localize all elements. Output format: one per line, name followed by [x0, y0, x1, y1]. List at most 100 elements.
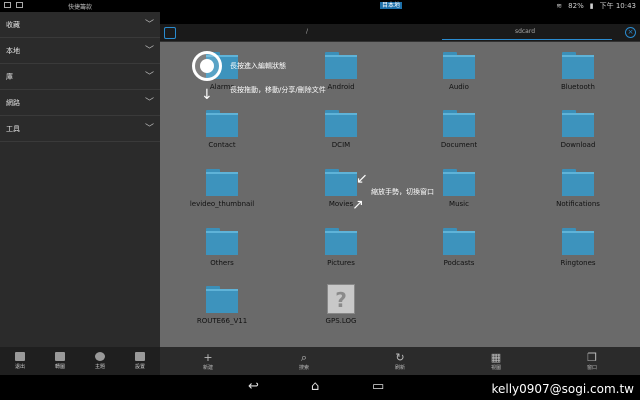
settings-icon [135, 352, 145, 361]
status-right: ≋ 82% ▮ 下午 10:43 [556, 1, 636, 11]
screenshot-icon [4, 2, 11, 8]
action-bar: + 新建 ⌕ 搜索 ↻ 刷新 ▦ 視圖 ❐ 窗口 [160, 347, 640, 375]
back-icon[interactable]: ↩ [248, 379, 259, 394]
folder-icon [325, 226, 357, 256]
recents-icon[interactable]: ▭ [372, 379, 384, 394]
gift-button[interactable]: 轉圖 [44, 352, 76, 370]
file-name: Music [449, 200, 469, 208]
file-name: levideo_thumbnail [189, 200, 255, 208]
status-title: 快捷籌款 [68, 4, 93, 11]
file-item[interactable]: DCIM [296, 108, 386, 149]
search-button[interactable]: ⌕ 搜索 [274, 351, 334, 371]
sidebar-item-label: 收藏 [6, 21, 20, 29]
file-item[interactable]: levideo_thumbnail [177, 167, 267, 208]
plus-icon: + [203, 350, 213, 364]
file-name: Pictures [327, 259, 355, 267]
folder-icon [325, 167, 357, 197]
file-name: Others [210, 259, 234, 267]
status-tag: 目本地 [380, 2, 403, 9]
file-name: Download [560, 141, 596, 149]
path-bar: / sdcard × [160, 24, 640, 42]
notification-icons [4, 2, 23, 8]
folder-icon [443, 226, 475, 256]
file-item[interactable]: Document [414, 108, 504, 149]
chevron-down-icon: ﹀ [144, 46, 154, 56]
file-name: Contact [208, 141, 236, 149]
folder-icon [443, 167, 475, 197]
sidebar: 收藏 ﹀ 本地 ﹀ 庫 ﹀ 網路 ﹀ 工具 ﹀ [0, 12, 160, 347]
gift-icon [55, 352, 65, 361]
sidebar-item-library[interactable]: 庫 ﹀ [0, 64, 160, 90]
window-icon: ❐ [587, 350, 597, 364]
chevron-down-icon: ﹀ [144, 72, 154, 82]
file-name: Ringtones [560, 259, 596, 267]
file-item[interactable]: Notifications [533, 167, 623, 208]
path-segment-sdcard[interactable]: sdcard [440, 28, 610, 35]
path-segment-root[interactable]: / [182, 28, 432, 35]
chevron-down-icon: ﹀ [144, 124, 154, 134]
window-button[interactable]: ❐ 窗口 [562, 350, 622, 371]
view-button[interactable]: ▦ 視圖 [466, 350, 526, 371]
path-active-indicator [442, 39, 612, 40]
sidebar-toolbar: 退出 轉圖 主題 設置 [0, 347, 160, 375]
folder-icon [562, 108, 594, 138]
watermark: kelly0907@sogi.com.tw [491, 382, 634, 396]
file-name: Podcasts [443, 259, 475, 267]
arrow-pinch-in-icon: ↙ [356, 171, 368, 187]
file-item[interactable]: Audio [414, 50, 504, 91]
refresh-icon: ↻ [395, 350, 405, 364]
battery-icon: ▮ [589, 2, 594, 10]
battery-level: 82% [568, 2, 584, 10]
file-item[interactable]: Pictures [296, 226, 386, 267]
theme-button[interactable]: 主題 [84, 352, 116, 370]
folder-icon [206, 167, 238, 197]
folder-icon [562, 167, 594, 197]
folder-icon [325, 108, 357, 138]
file-item[interactable]: ? GPS.LOG [296, 284, 386, 325]
sidebar-item-favorites[interactable]: 收藏 ﹀ [0, 12, 160, 38]
sidebar-item-label: 庫 [6, 73, 13, 81]
sidebar-item-local[interactable]: 本地 ﹀ [0, 38, 160, 64]
folder-icon [443, 50, 475, 80]
hint-drag: 長按拖動，移動/分享/刪除文件 [230, 86, 326, 94]
file-item[interactable]: Podcasts [414, 226, 504, 267]
file-item[interactable]: Contact [177, 108, 267, 149]
arrow-down-icon: ↓ [201, 87, 213, 103]
folder-icon [206, 226, 238, 256]
refresh-button[interactable]: ↻ 刷新 [370, 350, 430, 371]
chevron-down-icon: ﹀ [144, 20, 154, 30]
folder-icon [206, 108, 238, 138]
folder-icon [562, 50, 594, 80]
sidebar-item-tools[interactable]: 工具 ﹀ [0, 116, 160, 142]
file-name: GPS.LOG [325, 317, 357, 325]
file-name: Audio [449, 83, 469, 91]
file-item[interactable]: ROUTE66_V11 [177, 284, 267, 325]
settings-button[interactable]: 設置 [124, 352, 156, 370]
file-item[interactable]: Others [177, 226, 267, 267]
clock: 下午 10:43 [599, 2, 636, 10]
grid-icon: ▦ [490, 350, 502, 364]
chevron-down-icon: ﹀ [144, 98, 154, 108]
folder-icon [562, 226, 594, 256]
file-name: DCIM [331, 141, 351, 149]
tap-indicator-icon [192, 51, 222, 81]
arrow-pinch-out-icon: ↗ [352, 197, 364, 213]
file-item[interactable]: Bluetooth [533, 50, 623, 91]
status-bar: 快捷籌款 目本地 ≋ 82% ▮ 下午 10:43 [0, 0, 640, 12]
sidebar-item-label: 本地 [6, 47, 20, 55]
window-toggle-icon[interactable] [164, 27, 176, 39]
theme-icon [95, 352, 105, 361]
file-name: Bluetooth [561, 83, 595, 91]
sidebar-item-label: 網路 [6, 99, 20, 107]
home-icon[interactable]: ⌂ [311, 379, 319, 394]
new-button[interactable]: + 新建 [178, 350, 238, 371]
file-item[interactable]: Download [533, 108, 623, 149]
folder-icon [443, 108, 475, 138]
folder-icon [206, 284, 238, 314]
sidebar-item-network[interactable]: 網路 ﹀ [0, 90, 160, 116]
download-icon [16, 2, 23, 8]
close-icon[interactable]: × [625, 27, 636, 38]
exit-button[interactable]: 退出 [4, 352, 36, 370]
file-item[interactable]: Ringtones [533, 226, 623, 267]
file-name: Document [440, 141, 478, 149]
